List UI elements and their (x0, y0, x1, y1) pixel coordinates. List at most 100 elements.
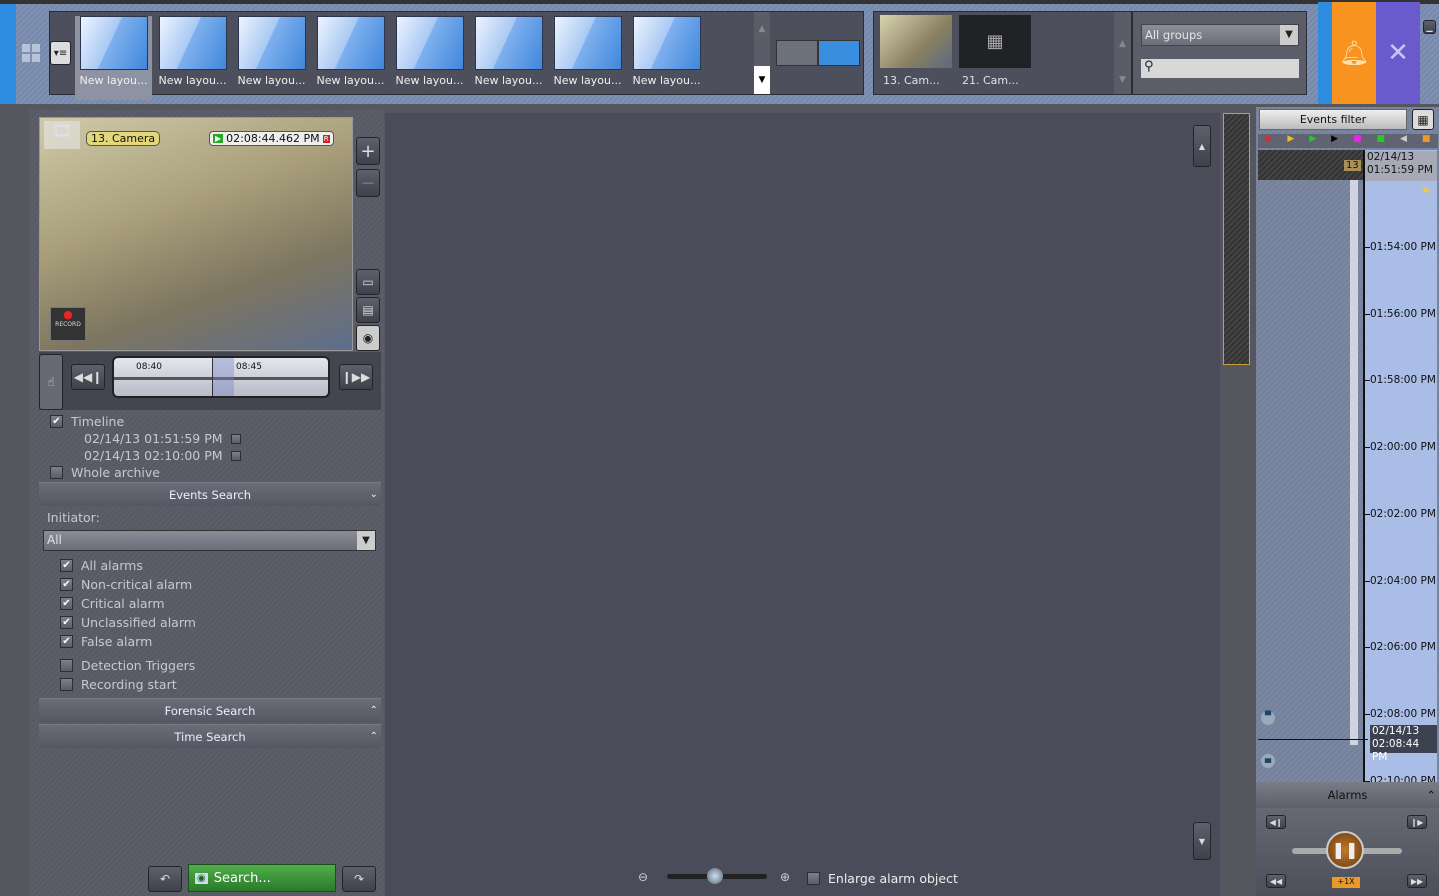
layout-preview[interactable] (776, 40, 860, 66)
initiator-value: All (47, 533, 62, 547)
option-checkbox[interactable] (60, 659, 73, 672)
prev-frame-button[interactable]: ◀❙ (1266, 815, 1286, 829)
scroll-up-icon[interactable]: ▲ (1193, 125, 1211, 167)
settings-tab[interactable]: ✕ (1376, 2, 1420, 104)
search-button[interactable]: ◉ Search... (188, 864, 336, 892)
filter-option[interactable]: ✔ False alarm (60, 634, 152, 649)
yellow-event-icon[interactable]: ▶ (1287, 134, 1294, 148)
layout-label: New layou... (632, 74, 701, 87)
scroll-up-icon[interactable]: ▲ (754, 24, 770, 34)
enlarge-alarm-option[interactable]: Enlarge alarm object (807, 871, 958, 886)
scroll-to-bottom-icon[interactable]: ▄ (1261, 754, 1275, 768)
whole-archive-option[interactable]: Whole archive (50, 465, 160, 480)
option-checkbox[interactable]: ✔ (60, 635, 73, 648)
forward-button[interactable]: ↷ (342, 866, 376, 892)
from-date[interactable]: 02/14/13 01:51:59 PM (84, 431, 241, 446)
zoom-in-icon[interactable]: ⊕ (780, 870, 790, 884)
film-icon[interactable]: 🎞︎ (44, 121, 80, 149)
calendar-picker-icon[interactable] (230, 450, 241, 461)
calendar-picker-icon[interactable] (230, 433, 241, 444)
black-event-icon[interactable]: ▶ (1331, 134, 1338, 148)
filter-option[interactable]: ✔ Critical alarm (60, 596, 165, 611)
timeline-option[interactable]: ✔ Timeline (50, 414, 124, 429)
audio-event-icon[interactable]: ◀ (1400, 134, 1407, 148)
layouts-scrollbar[interactable]: ▲ ▼ (754, 12, 770, 94)
back-button[interactable]: ↶ (148, 866, 182, 892)
filter-option[interactable]: Recording start (60, 677, 177, 692)
layout-thumbnail[interactable]: New layou... (233, 16, 310, 100)
option-checkbox[interactable] (60, 678, 73, 691)
events-filter-button[interactable]: Events filter (1259, 109, 1407, 130)
option-checkbox[interactable]: ✔ (60, 578, 73, 591)
scroll-down-icon[interactable]: ▼ (754, 66, 770, 94)
archive-icon[interactable]: ▤ (356, 297, 380, 323)
record-button[interactable]: ● RECORD (50, 307, 86, 341)
timeline-mode-button[interactable]: ☝ (39, 354, 63, 410)
option-checkbox[interactable]: ✔ (60, 559, 73, 572)
events-search-section[interactable]: Events Search ⌄ (39, 482, 381, 506)
step-back-button[interactable]: ◀◀❙ (71, 364, 105, 390)
timeline-tick-label: 01:54:00 PM (1370, 241, 1436, 253)
forensic-search-section[interactable]: Forensic Search ⌃ (39, 698, 381, 722)
alarms-section[interactable]: Alarms ⌃ (1256, 782, 1439, 808)
zoom-slider[interactable] (667, 868, 767, 884)
section-title: Time Search (174, 730, 246, 744)
zoom-slider-knob[interactable] (707, 868, 723, 884)
to-date[interactable]: 02/14/13 02:10:00 PM (84, 448, 241, 463)
alarms-tab[interactable]: 🔔︎ (1332, 2, 1376, 104)
layout-thumbnail[interactable]: New layou... (75, 16, 152, 100)
calendar-icon[interactable]: ▦ (1412, 109, 1434, 130)
monitor-icon[interactable]: ▭ (356, 269, 380, 295)
minimize-button[interactable]: ▁ (1423, 20, 1436, 34)
option-checkbox[interactable]: ✔ (60, 597, 73, 610)
pause-button[interactable]: ❚❚ (1326, 831, 1364, 869)
layout-thumbnail[interactable]: New layou... (391, 16, 468, 100)
person-event-icon[interactable]: ■ (1353, 134, 1362, 148)
enlarge-checkbox[interactable] (807, 872, 820, 885)
step-forward-button[interactable]: ❙▶▶ (339, 364, 373, 390)
layout-thumbnail[interactable]: New layou... (549, 16, 626, 100)
time-search-section[interactable]: Time Search ⌃ (39, 724, 381, 748)
rewind-button[interactable]: ◀◀ (1266, 874, 1286, 888)
camera-thumb-13[interactable]: 13. Cam... (880, 15, 952, 90)
timeline-track[interactable] (1350, 180, 1358, 745)
cameras-scrollbar[interactable]: ▲ ▼ (1114, 12, 1131, 94)
layout-menu-button[interactable]: ▾≡ (50, 41, 71, 65)
mini-timeline[interactable]: 08:40 08:45 (112, 356, 330, 398)
relay-event-icon[interactable]: ■ (1422, 134, 1431, 148)
cursor-line (1258, 739, 1368, 740)
next-frame-button[interactable]: ❙▶ (1407, 815, 1427, 829)
camera-event-icon[interactable]: ■ (1377, 134, 1386, 148)
groups-dropdown[interactable]: All groups ▼ (1141, 24, 1299, 46)
camera-search-input[interactable]: ⚲ (1141, 59, 1299, 78)
cursor-time-box[interactable]: 02/14/13 02:08:44 PM (1370, 725, 1437, 763)
layout-thumbnail[interactable]: New layou... (312, 16, 389, 100)
zoom-out-button[interactable]: − (356, 169, 380, 197)
eye-icon[interactable]: ◉ (356, 325, 380, 351)
scroll-to-top-icon[interactable]: ▀ (1261, 711, 1275, 725)
search-eye-icon: ◉ (195, 872, 208, 884)
whole-archive-checkbox[interactable] (50, 466, 63, 479)
zoom-out-icon[interactable]: ⊖ (638, 870, 648, 884)
zoom-in-button[interactable]: + (356, 137, 380, 165)
blue-tab[interactable] (1318, 2, 1332, 104)
layout-thumbnail[interactable]: New layou... (628, 16, 705, 100)
layout-thumbnail[interactable]: New layou... (154, 16, 231, 100)
green-event-icon[interactable]: ▶ (1309, 134, 1316, 148)
playhead[interactable] (212, 358, 234, 396)
filter-option[interactable]: ✔ All alarms (60, 558, 143, 573)
initiator-dropdown[interactable]: All ▼ (43, 530, 376, 551)
filter-option[interactable]: Detection Triggers (60, 658, 195, 673)
layout-grid-icon[interactable] (22, 44, 40, 62)
option-checkbox[interactable]: ✔ (60, 616, 73, 629)
camera-thumb-21[interactable]: ▦ 21. Cam... (959, 15, 1031, 90)
scroll-down-icon[interactable]: ▼ (1193, 822, 1211, 860)
timeline-checkbox[interactable]: ✔ (50, 415, 63, 428)
fast-forward-button[interactable]: ▶▶ (1407, 874, 1427, 888)
filter-option[interactable]: ✔ Unclassified alarm (60, 615, 196, 630)
video-viewer[interactable]: 🎞︎ 13. Camera ▶ 02:08:44.462 PM R ● RECOR… (39, 117, 353, 351)
layout-thumbnail[interactable]: New layou... (470, 16, 547, 100)
filter-option[interactable]: ✔ Non-critical alarm (60, 577, 192, 592)
red-event-icon[interactable]: ▶ (1265, 134, 1272, 148)
main-scrollbar[interactable]: ▲ ▼ (1193, 125, 1211, 860)
